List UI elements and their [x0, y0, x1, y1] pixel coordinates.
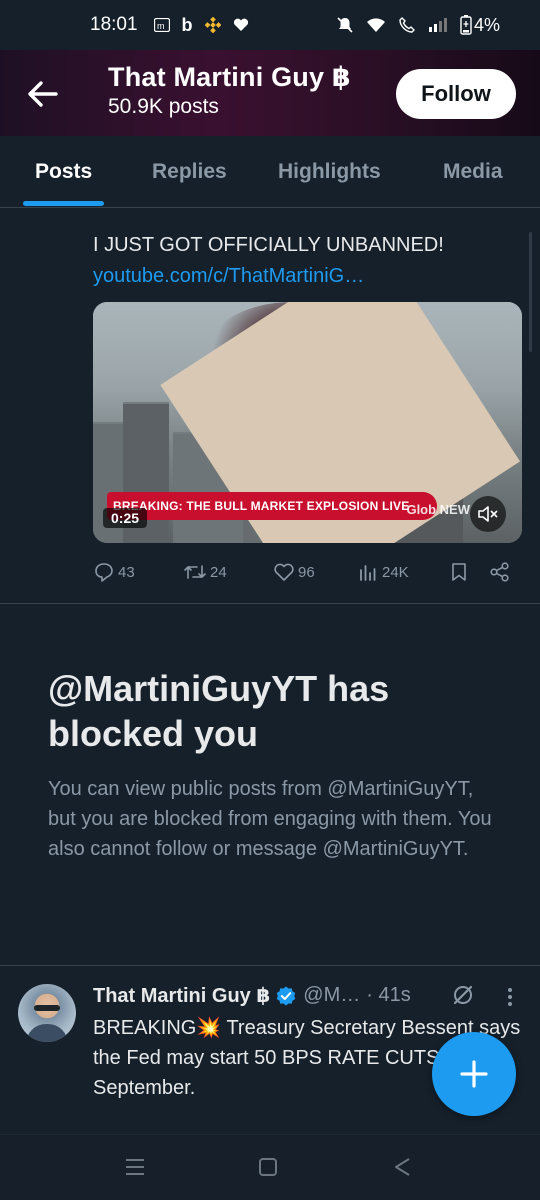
grok-icon: [453, 985, 473, 1005]
tweet-header: That Martini Guy ฿ @M… · 41s: [93, 983, 411, 1008]
active-tab-indicator: [23, 201, 105, 206]
views-chart-icon: [360, 565, 376, 581]
blocked-title: @MartiniGuyYT has blocked you: [48, 668, 390, 754]
avatar[interactable]: [18, 984, 76, 1042]
recent-apps-icon: [126, 1159, 144, 1175]
bing-icon: b: [181, 14, 193, 35]
post-actions: 43 24 96 24K: [93, 558, 523, 586]
signal-icon: [428, 18, 447, 32]
follow-button[interactable]: Follow: [396, 69, 516, 119]
messenger-icon: m: [153, 18, 170, 32]
wifi-icon: [366, 18, 385, 32]
binance-icon: [204, 17, 221, 33]
bookmark-button[interactable]: [449, 561, 469, 583]
tweet-author-name[interactable]: That Martini Guy ฿: [93, 983, 270, 1008]
back-button[interactable]: [26, 78, 60, 110]
grok-button[interactable]: [451, 983, 475, 1012]
triangle-back-icon: [395, 1158, 410, 1176]
bookmark-icon: [452, 563, 466, 581]
recent-apps-button[interactable]: [124, 1155, 146, 1184]
tab-highlights[interactable]: Highlights: [278, 136, 381, 208]
profile-name: That Martini Guy ฿: [108, 62, 351, 92]
heart-outline-icon: [274, 563, 294, 581]
video-duration: 0:25: [103, 508, 148, 528]
view-count: 24K: [382, 563, 409, 581]
status-time: 18:01: [90, 14, 138, 35]
profile-tabs: Posts Replies Highlights Media: [0, 136, 540, 208]
status-bar: 18:01 m b 4%: [0, 0, 540, 50]
repost-icon: [184, 565, 206, 579]
share-icon: [490, 562, 509, 582]
reply-icon: [95, 563, 113, 582]
scrollbar[interactable]: [529, 232, 532, 352]
video-player[interactable]: BREAKING: THE BULL MARKET EXPLOSION LIVE…: [93, 302, 522, 543]
tab-label: Media: [443, 160, 503, 183]
section-divider: [0, 965, 540, 966]
mute-icon: [337, 17, 353, 33]
battery-level: 4%: [473, 14, 500, 35]
tab-posts[interactable]: Posts: [23, 136, 105, 208]
tab-label: Replies: [152, 160, 227, 183]
reply-button[interactable]: 43: [93, 561, 135, 583]
like-button[interactable]: 96: [273, 561, 315, 583]
home-square-icon: [259, 1158, 277, 1176]
mute-button[interactable]: [470, 496, 506, 532]
tweet-more-button[interactable]: [506, 986, 514, 1013]
wifi-call-icon: [399, 17, 415, 33]
repost-count: 24: [210, 563, 227, 581]
views-button[interactable]: 24K: [357, 561, 409, 583]
breaking-banner: BREAKING: THE BULL MARKET EXPLOSION LIVE: [107, 492, 437, 520]
section-divider: [0, 603, 540, 604]
tab-label: Highlights: [278, 160, 381, 183]
video-watermark: Glob NEW: [406, 502, 470, 517]
back-arrow-icon: [28, 81, 58, 107]
blocked-description: You can view public posts from @MartiniG…: [48, 778, 492, 860]
reply-count: 43: [118, 563, 135, 581]
profile-header: That Martini Guy ฿ 50.9K posts Follow: [0, 50, 540, 136]
post-text: I JUST GOT OFFICIALLY UNBANNED!: [93, 234, 444, 256]
system-navigation-bar: [0, 1134, 540, 1200]
home-button[interactable]: [257, 1155, 279, 1184]
system-back-button[interactable]: [391, 1155, 413, 1184]
compose-post-button[interactable]: [432, 1032, 516, 1116]
tweet-author-handle[interactable]: @M…: [303, 984, 360, 1007]
plus-icon: [460, 1060, 488, 1088]
heart-icon: [233, 18, 248, 31]
tab-replies[interactable]: Replies: [152, 136, 227, 208]
repost-button[interactable]: 24: [183, 561, 227, 583]
more-vertical-icon: [508, 988, 512, 1006]
battery-icon: [460, 15, 472, 35]
share-button[interactable]: [489, 561, 511, 583]
post-link[interactable]: youtube.com/c/ThatMartiniG…: [93, 265, 364, 288]
svg-text:m: m: [157, 21, 165, 31]
post-count: 50.9K posts: [108, 95, 219, 118]
tweet-time: · 41s: [366, 984, 411, 1006]
tab-label: Posts: [35, 160, 93, 183]
tab-media[interactable]: Media: [443, 136, 503, 208]
like-count: 96: [298, 563, 315, 581]
speaker-muted-icon: [478, 506, 498, 522]
verified-badge-icon: [276, 986, 296, 1005]
